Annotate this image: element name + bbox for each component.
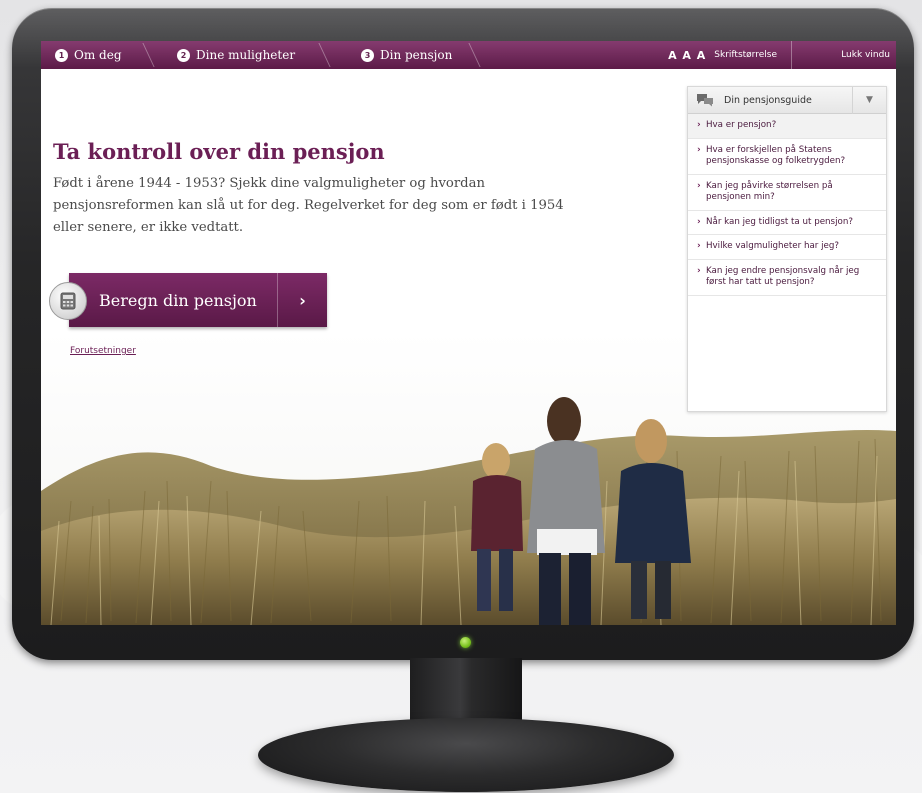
chevron-right-icon: › (277, 273, 327, 327)
step-number: 1 (55, 48, 68, 62)
monitor-stand-base (258, 718, 674, 792)
guide-item[interactable]: › Hva er forskjellen på Statens pensjonsk… (688, 139, 886, 175)
chevron-right-icon: › (697, 241, 701, 251)
step-number: 2 (177, 48, 190, 62)
calculate-pension-label: Beregn din pensjon (99, 290, 257, 310)
calculate-pension-button[interactable]: Beregn din pensjon › (49, 273, 327, 327)
calculator-icon (49, 282, 87, 320)
guide-item-label: Hvilke valgmuligheter har jeg? (706, 241, 840, 251)
font-size-control: A A A Skriftstørrelse (668, 41, 792, 69)
chevron-right-icon: › (697, 144, 701, 155)
pension-guide-panel: Din pensjonsguide ▼ › Hva er pensjon? › Hv… (687, 86, 887, 412)
top-navigation: 1 Om deg 2 Dine muligheter 3 Din pensjon… (41, 41, 896, 69)
chevron-right-icon: › (697, 180, 701, 191)
guide-item-label: Kan jeg endre pensjonsvalg når jeg først… (706, 265, 860, 288)
chevron-right-icon: › (697, 216, 701, 227)
intro-text: Født i årene 1944 - 1953? Sjekk dine val… (53, 176, 564, 235)
close-window-link[interactable]: Lukk vindu (792, 41, 896, 69)
nav-step-label: Om deg (74, 48, 122, 62)
nav-step-dine-muligheter[interactable]: 2 Dine muligheter (149, 41, 325, 69)
guide-item[interactable]: › Kan jeg påvirke størrelsen på pensjonen… (688, 175, 886, 211)
guide-item-label: Når kan jeg tidligst ta ut pensjon? (706, 216, 853, 227)
prerequisites-link[interactable]: Forutsetninger (70, 346, 136, 356)
guide-item[interactable]: › Hvilke valgmuligheter har jeg? (688, 235, 886, 260)
font-size-label[interactable]: Skriftstørrelse (714, 50, 777, 60)
page-title: Ta kontroll over din pensjon (53, 139, 385, 164)
nav-step-om-deg[interactable]: 1 Om deg (41, 41, 149, 69)
guide-item[interactable]: › Når kan jeg tidligst ta ut pensjon? (688, 211, 886, 235)
chat-bubble-icon (688, 93, 722, 107)
pension-guide-list: › Hva er pensjon? › Hva er forskjellen på … (688, 114, 886, 296)
nav-step-label: Dine muligheter (196, 48, 296, 62)
font-size-button[interactable]: A A A (668, 49, 706, 62)
guide-item-label: Hva er forskjellen på Statens pensjonska… (706, 144, 846, 167)
nav-step-label: Din pensjon (380, 48, 453, 62)
guide-item[interactable]: › Hva er pensjon? (688, 114, 886, 139)
pension-guide-header[interactable]: Din pensjonsguide ▼ (688, 86, 886, 114)
chevron-right-icon: › (697, 265, 701, 276)
pension-guide-title: Din pensjonsguide (724, 94, 812, 106)
step-number: 3 (361, 48, 374, 62)
guide-item-label: Kan jeg påvirke størrelsen på pensjonen … (706, 180, 833, 203)
nav-step-din-pensjon[interactable]: 3 Din pensjon (325, 41, 475, 69)
power-led-icon (460, 637, 471, 648)
guide-item-label: Hva er pensjon? (706, 120, 777, 130)
monitor-screen: 1 Om deg 2 Dine muligheter 3 Din pensjon… (41, 41, 896, 625)
guide-item[interactable]: › Kan jeg endre pensjonsvalg når jeg førs… (688, 260, 886, 296)
chevron-down-icon[interactable]: ▼ (852, 86, 886, 114)
chevron-right-icon: › (697, 120, 701, 130)
